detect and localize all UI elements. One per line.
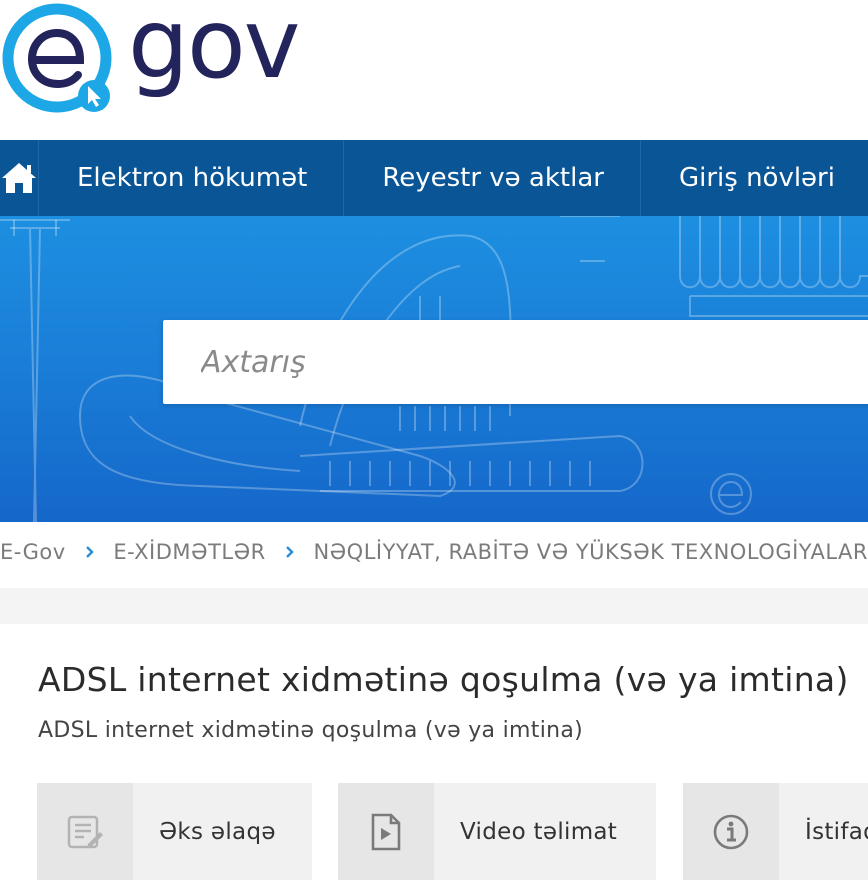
feedback-form-icon (67, 815, 103, 848)
breadcrumb-item-transport-communication[interactable]: NƏQLİYYAT, RABİTƏ VƏ YÜKSƏK TEXNOLOGİYAL… (313, 540, 868, 564)
info-icon (713, 814, 749, 849)
nav-item-registry-acts[interactable]: Reyestr və aktlar (344, 140, 641, 216)
section-divider (0, 588, 868, 624)
breadcrumb-item-egov[interactable]: E-Gov (0, 540, 66, 564)
egov-logo-mark-icon (2, 3, 112, 113)
site-header: gov (0, 0, 868, 140)
search-box[interactable] (163, 320, 868, 404)
card-icon-box (683, 783, 779, 880)
main-nav: Elektron hökumət Reyestr və aktlar Giriş… (0, 140, 868, 216)
user-guide-label: İstifadəçi təlimatı (805, 818, 868, 845)
video-tutorial-card[interactable]: Video təlimat (338, 783, 656, 880)
page-title: ADSL internet xidmətinə qoşulma (və ya i… (38, 660, 849, 699)
card-icon-box (338, 783, 434, 880)
nav-item-label: Reyestr və aktlar (382, 163, 604, 193)
page-subtitle: ADSL internet xidmətinə qoşulma (və ya i… (38, 718, 584, 743)
video-file-icon (371, 813, 401, 850)
nav-item-electronic-government[interactable]: Elektron hökumət (39, 140, 345, 216)
card-icon-box (37, 783, 133, 880)
nav-home-button[interactable] (0, 140, 39, 216)
nav-item-label: Giriş növləri (678, 163, 835, 193)
home-icon (2, 163, 36, 193)
chevron-right-icon (66, 542, 114, 562)
user-guide-card[interactable]: İstifadəçi təlimatı (683, 783, 868, 880)
hero-banner (0, 216, 868, 522)
chevron-right-icon (266, 542, 314, 562)
feedback-card[interactable]: Əks əlaqə (37, 783, 312, 880)
egov-logo[interactable]: gov (0, 0, 320, 120)
search-input[interactable] (163, 320, 868, 404)
breadcrumb-item-eservices[interactable]: E-XİDMƏTLƏR (113, 540, 265, 564)
video-tutorial-label: Video təlimat (460, 818, 618, 845)
logo-wordmark: gov (128, 0, 300, 100)
nav-item-label: Elektron hökumət (77, 163, 308, 193)
feedback-label: Əks əlaqə (159, 818, 276, 845)
breadcrumb: E-Gov E-XİDMƏTLƏR NƏQLİYYAT, RABİTƏ VƏ Y… (0, 522, 868, 582)
nav-item-login-types[interactable]: Giriş növləri (641, 140, 868, 216)
